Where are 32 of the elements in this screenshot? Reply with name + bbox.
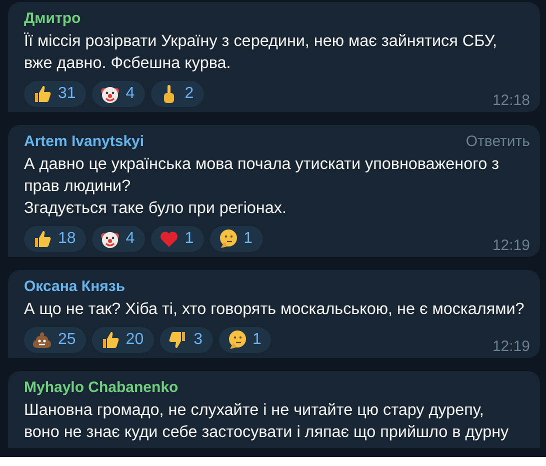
reaction-button[interactable]: 4: [92, 81, 145, 107]
thinking-face-icon: [226, 330, 246, 350]
clown-face-icon: [100, 229, 120, 249]
reaction-button[interactable]: 18: [24, 226, 86, 252]
author-name[interactable]: Оксана Князь: [24, 278, 126, 295]
reaction-button[interactable]: 4: [92, 226, 145, 252]
thumbs-up-icon: [32, 84, 52, 104]
thumbs-up-icon: [32, 229, 52, 249]
heart-icon: [158, 229, 179, 249]
clown-face-icon: [100, 84, 120, 104]
message-text: Шановна громадо, не слухайте і не читайте цю стару дурепу, воно не знає куди себе застосувати і ляпає що прийшло в дурну: [24, 400, 510, 443]
author-name[interactable]: Myhaylo Chabanenko: [24, 379, 178, 396]
message-time: 12:18: [492, 92, 531, 109]
reaction-button[interactable]: 1: [210, 226, 263, 252]
message-text: А давно це українська мова почала утискати уповноваженого з прав людини? Згадується таке було при регіонах.: [24, 154, 500, 219]
message-time: 12:19: [492, 338, 531, 355]
message-text: Її міссія розірвати Україну з середини, нею має зайнятися СБУ, вже давно. Фсбешна курва.: [24, 31, 498, 74]
reaction-button[interactable]: 25: [24, 327, 86, 353]
poop-icon: [32, 330, 52, 350]
reaction-button[interactable]: 3: [160, 327, 212, 353]
message-time: 12:19: [492, 237, 531, 254]
reaction-button[interactable]: 2: [150, 81, 204, 107]
reaction-button[interactable]: 1: [150, 226, 204, 252]
reply-link[interactable]: Ответить: [466, 133, 534, 150]
reaction-button[interactable]: 1: [218, 327, 272, 353]
author-name[interactable]: Дмитро: [24, 10, 81, 27]
reaction-button[interactable]: 31: [24, 81, 86, 107]
thinking-face-icon: [218, 229, 238, 249]
message-text: А що не так? Хіба ті, хто говорять москальською, не є москалями?: [24, 299, 526, 320]
reaction-button[interactable]: 20: [92, 327, 154, 353]
author-name[interactable]: Artem Ivanytskyi: [24, 133, 144, 150]
thumbs-down-icon: [168, 330, 188, 350]
